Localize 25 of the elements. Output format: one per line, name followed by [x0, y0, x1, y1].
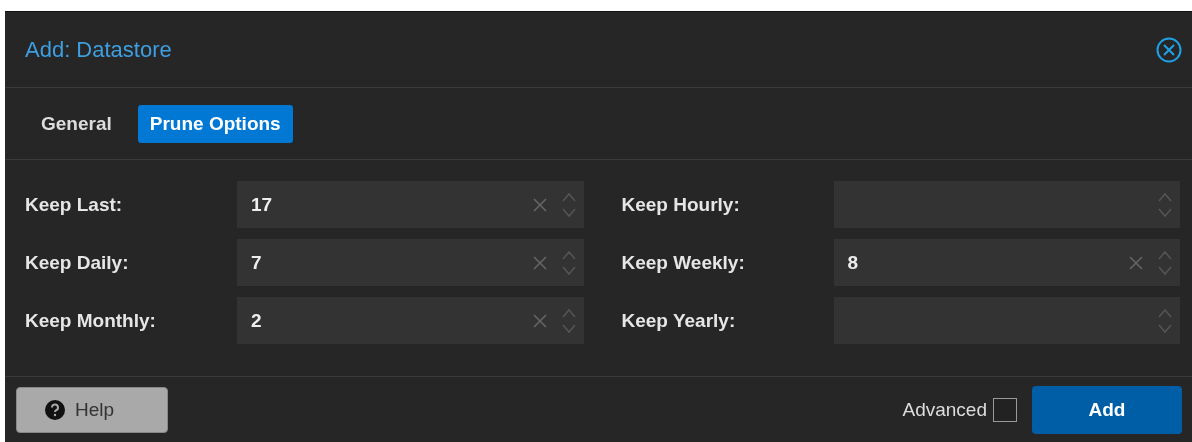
- tab[interactable]: Prune Options: [137, 104, 293, 143]
- advanced-label: Advanced: [902, 399, 987, 421]
- clear-icon[interactable]: [531, 254, 548, 271]
- number-field[interactable]: 8: [833, 239, 1180, 286]
- field-label: Keep Yearly:: [621, 309, 737, 332]
- number-field[interactable]: 17: [237, 181, 584, 228]
- number-field[interactable]: 7: [237, 239, 584, 286]
- field-label: Keep Daily:: [25, 251, 130, 274]
- window-title: Add: Datastore: [25, 36, 172, 63]
- clear-icon[interactable]: [1128, 254, 1144, 271]
- field-label: Keep Last:: [25, 193, 124, 216]
- clear-icon[interactable]: [531, 312, 548, 329]
- clear-icon[interactable]: [531, 196, 548, 213]
- close-icon[interactable]: [1156, 36, 1182, 63]
- help-icon: [45, 400, 65, 420]
- advanced-checkbox[interactable]: [993, 398, 1017, 422]
- field-label: Keep Monthly:: [25, 309, 157, 332]
- help-button[interactable]: Help: [16, 387, 168, 433]
- add-button[interactable]: Add: [1032, 386, 1182, 434]
- field-label: Keep Weekly:: [621, 251, 746, 274]
- number-field[interactable]: 2: [237, 297, 584, 344]
- number-field[interactable]: [833, 181, 1180, 228]
- field-label: Keep Hourly:: [621, 193, 741, 216]
- tab[interactable]: General: [29, 104, 124, 143]
- number-field[interactable]: [833, 297, 1180, 344]
